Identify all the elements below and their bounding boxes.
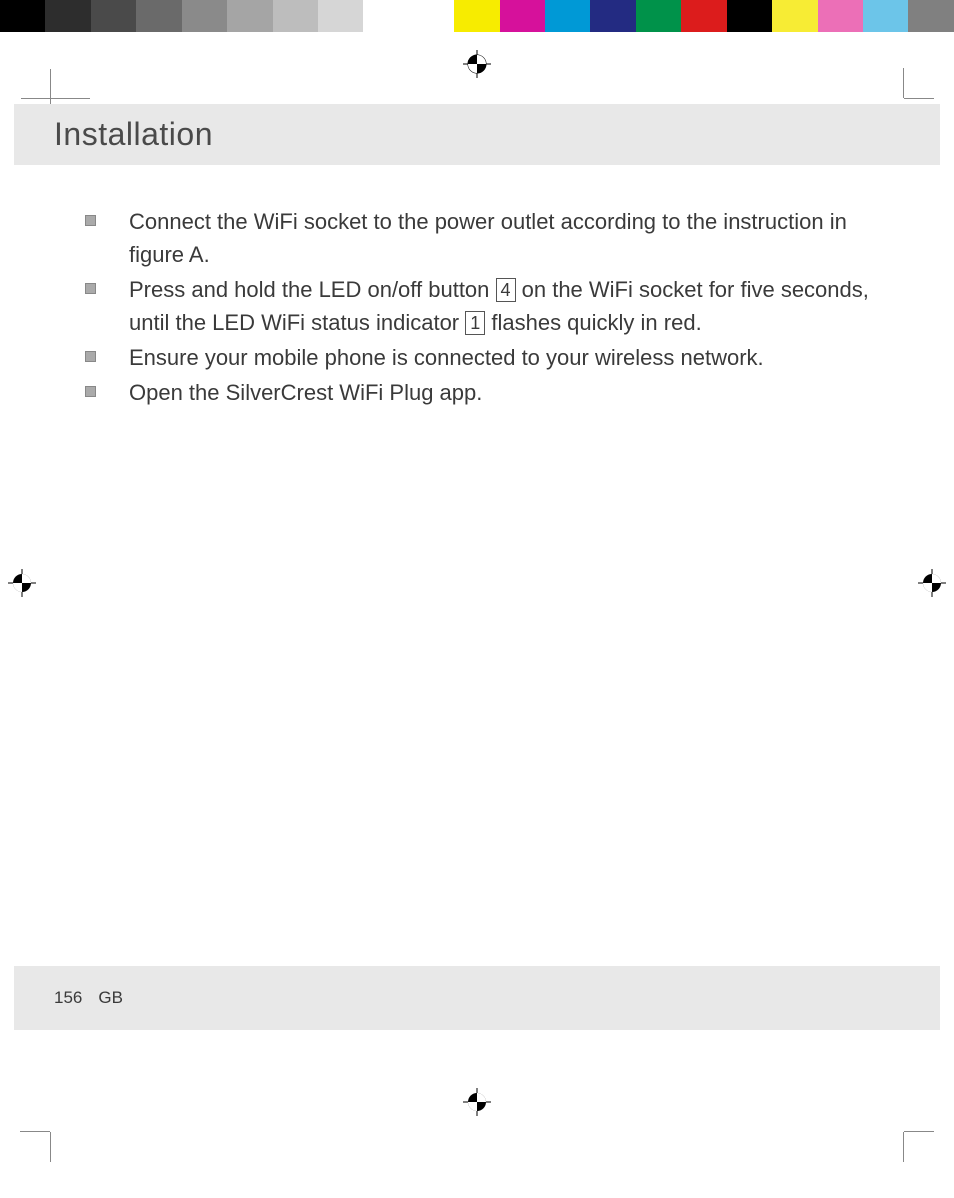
- color-swatch: [227, 0, 272, 32]
- color-swatch: [273, 0, 318, 32]
- color-swatch: [908, 0, 953, 32]
- color-swatch: [91, 0, 136, 32]
- color-swatch: [454, 0, 499, 32]
- color-swatch: [545, 0, 590, 32]
- color-swatch: [727, 0, 772, 32]
- bullet-icon: [85, 273, 129, 339]
- list-item: Ensure your mobile phone is connected to…: [85, 341, 869, 374]
- bullet-icon: [85, 341, 129, 374]
- footer: 156 GB: [14, 966, 940, 1030]
- text: Connect the WiFi socket to the power out…: [129, 209, 847, 267]
- language-code: GB: [98, 988, 123, 1008]
- text: flashes quickly in red.: [485, 310, 701, 335]
- color-swatch: [772, 0, 817, 32]
- registration-mark-icon: [918, 569, 946, 597]
- reference-number: 1: [465, 311, 485, 335]
- bullet-icon: [85, 376, 129, 409]
- registration-mark-icon: [8, 569, 36, 597]
- color-swatch: [409, 0, 454, 32]
- color-swatch: [45, 0, 90, 32]
- color-swatch: [500, 0, 545, 32]
- color-swatch: [818, 0, 863, 32]
- list-item-text: Open the SilverCrest WiFi Plug app.: [129, 376, 869, 409]
- page-title: Installation: [54, 116, 940, 153]
- text: Press and hold the LED on/off button: [129, 277, 496, 302]
- list-item: Connect the WiFi socket to the power out…: [85, 205, 869, 271]
- color-swatch: [363, 0, 408, 32]
- list-item: Press and hold the LED on/off button 4 o…: [85, 273, 869, 339]
- page-number: 156: [54, 988, 82, 1008]
- list-item-text: Connect the WiFi socket to the power out…: [129, 205, 869, 271]
- list-item-text: Press and hold the LED on/off button 4 o…: [129, 273, 869, 339]
- content: Connect the WiFi socket to the power out…: [50, 165, 904, 409]
- color-swatch: [636, 0, 681, 32]
- list-item-text: Ensure your mobile phone is connected to…: [129, 341, 869, 374]
- page: Installation Connect the WiFi socket to …: [50, 66, 904, 1100]
- text: Ensure your mobile phone is connected to…: [129, 345, 764, 370]
- heading-bar: Installation: [14, 104, 940, 165]
- text: Open the SilverCrest WiFi Plug app.: [129, 380, 482, 405]
- color-swatch: [136, 0, 181, 32]
- color-swatch: [318, 0, 363, 32]
- color-calibration-bar: [0, 0, 954, 32]
- color-swatch: [182, 0, 227, 32]
- bullet-icon: [85, 205, 129, 271]
- list-item: Open the SilverCrest WiFi Plug app.: [85, 376, 869, 409]
- color-swatch: [681, 0, 726, 32]
- color-swatch: [863, 0, 908, 32]
- color-swatch: [0, 0, 45, 32]
- color-swatch: [590, 0, 635, 32]
- reference-number: 4: [496, 278, 516, 302]
